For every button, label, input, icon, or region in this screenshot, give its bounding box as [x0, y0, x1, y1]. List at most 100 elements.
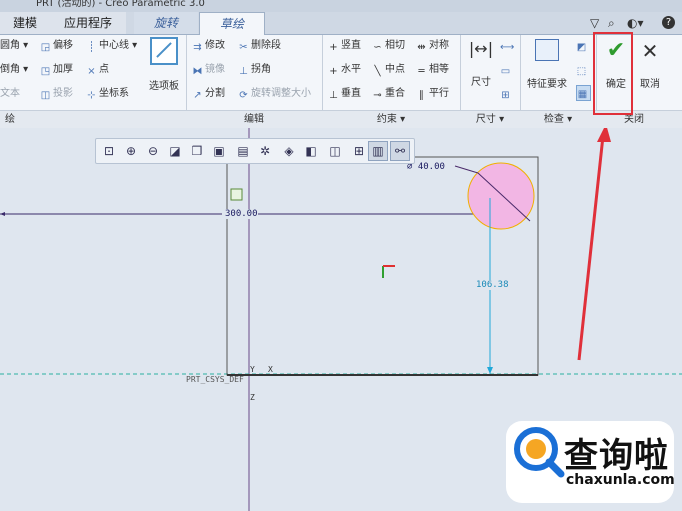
corner-button[interactable]: ⊥ 拐角	[238, 63, 271, 77]
disp-vertices-icon[interactable]: ⚯	[390, 141, 410, 161]
equal-constraint-button[interactable]: ═ 相等	[416, 63, 449, 77]
group-label-inspect[interactable]: 检查 ▾	[520, 111, 596, 128]
dimension-tool-1[interactable]: ⟷	[500, 39, 515, 53]
ribbon-panel: 圆角 ▾ 倒角 ▾ 文本 ◲ 偏移 ◳ 加厚 ◫ 投影 ┊ 中心线 ▾ × 点 ⊹ 坐标系 …	[0, 35, 682, 127]
thicken-icon: ◳	[40, 66, 51, 77]
modify-icon: ⇉	[193, 42, 202, 53]
ordinate-dim-icon: ⊞	[501, 90, 510, 101]
spin-center-icon[interactable]: ◧	[302, 142, 320, 160]
point-button[interactable]: × 点	[86, 63, 109, 77]
inspect-tool-3[interactable]: ▦	[576, 85, 591, 101]
callout-arrowhead	[597, 128, 611, 142]
baseline-dim-icon: ⟷	[500, 42, 515, 53]
minimize-ribbon-icon[interactable]: ▽	[590, 16, 599, 30]
annotation-display-icon[interactable]: ◈	[280, 142, 298, 160]
dimension-button[interactable]: |↔| 尺寸	[465, 39, 497, 88]
highlight-open-ends-icon: ◩	[576, 42, 587, 53]
symmetric-icon: ⇹	[417, 42, 426, 53]
watermark-url: chaxunla.com	[566, 472, 675, 488]
window-title: PRT (活动的) - Creo Parametric 3.0	[36, 0, 205, 9]
thicken-button[interactable]: ◳ 加厚	[40, 63, 73, 77]
community-icon[interactable]: ◐▾	[627, 16, 644, 30]
delete-segment-button[interactable]: ✂ 删除段	[238, 39, 281, 53]
close-icon: ✕	[641, 39, 659, 63]
fillet-button[interactable]: 圆角 ▾	[0, 39, 28, 53]
group-label-sketch: 绘	[5, 114, 15, 125]
watermark-logo-icon	[514, 427, 565, 478]
offset-button[interactable]: ◲ 偏移	[40, 39, 73, 53]
sketcher-display-icon[interactable]: ⊞	[350, 142, 368, 160]
rotate-resize-button[interactable]: ⟳ 旋转调整大小	[238, 87, 311, 101]
axis-y-label: Y	[250, 365, 255, 374]
help-icon[interactable]: ?	[662, 16, 675, 29]
text-button[interactable]: 文本	[0, 87, 20, 101]
axis-z-label: Z	[250, 393, 255, 402]
midpoint-constraint-button[interactable]: ╲ 中点	[372, 63, 405, 77]
tab-revolve[interactable]: 旋转	[134, 12, 198, 34]
mirror-button[interactable]: ⧓ 镜像	[192, 63, 226, 77]
inspect-tool-1[interactable]: ◩	[576, 39, 589, 53]
disp-constraints-icon[interactable]: ▥	[368, 141, 388, 161]
point-icon: ×	[87, 66, 96, 77]
symmetric-constraint-button[interactable]: ⇹ 对称	[416, 39, 449, 53]
tab-modeling[interactable]: 建模	[0, 12, 51, 34]
zoom-in-icon[interactable]: ⊕	[122, 142, 140, 160]
chamfer-button[interactable]: 倒角 ▾	[0, 63, 28, 77]
zoom-out-icon[interactable]: ⊖	[144, 142, 162, 160]
divide-icon: ↗	[193, 90, 202, 101]
overlap-geometry-icon: ⬚	[576, 66, 587, 77]
diameter-leader	[454, 165, 479, 174]
centerline-button[interactable]: ┊ 中心线 ▾	[86, 39, 137, 53]
refit-icon[interactable]: ⊡	[100, 142, 118, 160]
ribbon-group-labels: 绘 编辑 约束 ▾ 尺寸 ▾ 检查 ▾ 关闭	[0, 110, 682, 129]
horizontal-constraint-button[interactable]: + 水平	[328, 63, 361, 77]
parallel-icon: ∥	[419, 90, 424, 101]
vertical-icon: +	[329, 42, 338, 53]
perpendicular-icon: ⊥	[329, 90, 338, 101]
corner-icon: ⊥	[239, 66, 248, 77]
reference-dim-icon: ▭	[500, 66, 511, 77]
mirror-icon: ⧓	[192, 66, 203, 77]
palette-icon	[150, 37, 178, 65]
sketch-view-icon[interactable]: ◫	[326, 142, 344, 160]
tangent-constraint-button[interactable]: ∽ 相切	[372, 39, 405, 53]
window-title-bar: PRT (活动的) - Creo Parametric 3.0	[0, 0, 682, 12]
project-button[interactable]: ◫ 投影	[40, 87, 73, 101]
display-style-icon[interactable]: ❒	[188, 142, 206, 160]
cancel-button[interactable]: ✕ 取消	[635, 39, 665, 90]
horizontal-icon: +	[329, 66, 338, 77]
vertical-constraint-button[interactable]: + 竖直	[328, 39, 361, 53]
perpendicular-constraint-button[interactable]: ⊥ 垂直	[328, 87, 361, 101]
feature-requirements-button[interactable]: 特征要求	[524, 39, 570, 90]
inspect-tool-2[interactable]: ⬚	[576, 63, 589, 77]
group-label-edit: 编辑	[244, 114, 264, 125]
palette-button[interactable]: 选项板	[146, 37, 182, 92]
tab-sketch[interactable]: 草绘	[199, 12, 265, 36]
graphics-toolbar: ⊡ ⊕ ⊖ ◪ ❒ ▣ ▤ ✲ ◈ ◧ ◫ ⊞ ▥ ⚯	[95, 138, 415, 164]
dimension-tool-2[interactable]: ▭	[500, 63, 513, 77]
callout-arrow-line	[577, 135, 605, 361]
modify-button[interactable]: ⇉ 修改	[192, 39, 225, 53]
divide-button[interactable]: ↗ 分割	[192, 87, 225, 101]
ribbon-tab-bar: 建模 应用程序 旋转 草绘 ▽ ⌕ ◐▾ ?	[0, 12, 682, 36]
datum-display-icon[interactable]: ✲	[256, 142, 274, 160]
search-icon[interactable]: ⌕	[608, 16, 615, 31]
parallel-constraint-button[interactable]: ∥ 平行	[416, 87, 449, 101]
group-label-constrain[interactable]: 约束 ▾	[322, 111, 460, 128]
midpoint-icon: ╲	[374, 66, 381, 77]
csys-button[interactable]: ⊹ 坐标系	[86, 87, 129, 101]
coincident-constraint-button[interactable]: ⊸ 重合	[372, 87, 405, 101]
axis-x-label: X	[268, 365, 273, 374]
offset-icon: ◲	[40, 42, 51, 53]
group-label-dimension[interactable]: 尺寸 ▾	[460, 111, 520, 128]
height-dimension[interactable]: 106.38	[476, 280, 509, 290]
csys-icon: ⊹	[87, 90, 96, 101]
height-dim-arrow	[487, 367, 493, 374]
saved-orientations-icon[interactable]: ▣	[210, 142, 228, 160]
view-manager-icon[interactable]: ▤	[234, 142, 252, 160]
dimension-tool-3[interactable]: ⊞	[500, 87, 513, 101]
constraint-marker-icon	[230, 188, 243, 201]
repaint-icon[interactable]: ◪	[166, 142, 184, 160]
tab-applications[interactable]: 应用程序	[50, 12, 126, 34]
width-dimension[interactable]: 300.00	[225, 209, 258, 219]
